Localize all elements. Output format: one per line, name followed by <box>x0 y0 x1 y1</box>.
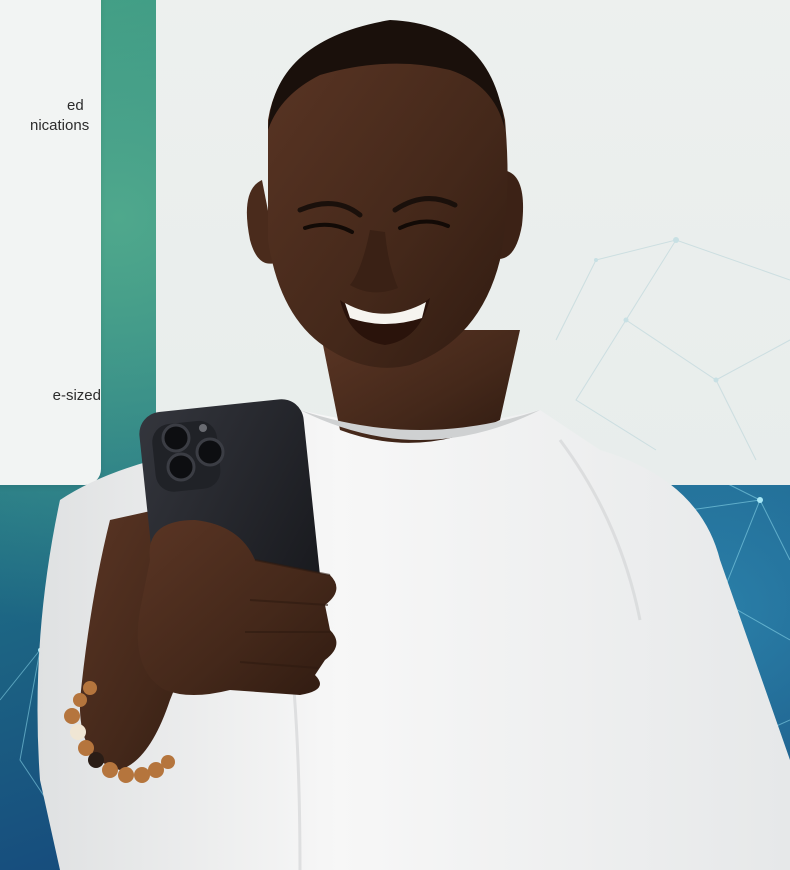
person-with-phone-photo <box>37 20 790 870</box>
